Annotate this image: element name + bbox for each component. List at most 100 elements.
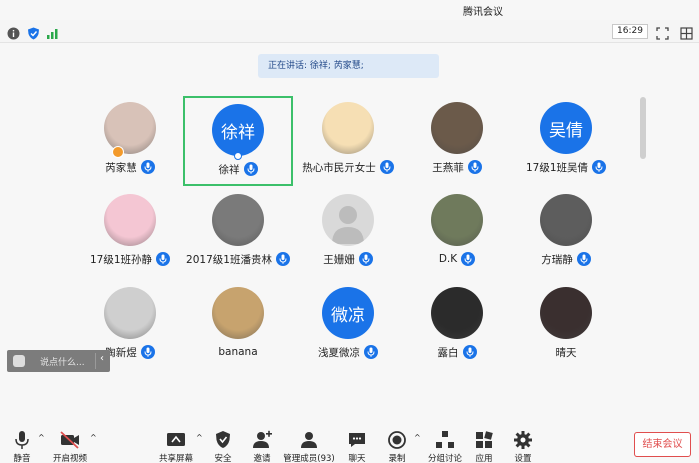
- fullscreen-icon[interactable]: [656, 25, 669, 40]
- breakout-button[interactable]: 分组讨论: [426, 425, 464, 463]
- participant-tile[interactable]: 17级1班孙静: [75, 188, 185, 278]
- record-button[interactable]: 录制: [383, 425, 411, 463]
- participant-tile[interactable]: 王姗姗: [293, 188, 403, 278]
- collapse-chevron-icon[interactable]: ‹: [100, 353, 104, 364]
- participant-tile[interactable]: 吴倩 17级1班吴倩: [511, 96, 621, 186]
- participant-tile[interactable]: 2017级1班潘贵林: [183, 188, 293, 278]
- participant-tile[interactable]: 方瑞静: [511, 188, 621, 278]
- avatar: [104, 102, 156, 154]
- participant-tile[interactable]: D.K: [402, 188, 512, 278]
- microphone-icon: [243, 162, 258, 176]
- avatar: [431, 194, 483, 246]
- info-icon[interactable]: [7, 25, 20, 40]
- participant-name: 徐祥: [218, 163, 240, 176]
- mute-button[interactable]: 静音: [7, 425, 37, 463]
- manage-members-button[interactable]: 管理成员(93): [283, 425, 335, 463]
- participant-tile[interactable]: banana: [183, 281, 293, 371]
- shield-icon[interactable]: [27, 25, 40, 40]
- participant-name: 浅夏微凉: [318, 346, 360, 359]
- chat-label: 聊天: [348, 454, 366, 463]
- apps-button[interactable]: 应用: [470, 425, 498, 463]
- video-off-icon: [59, 430, 81, 450]
- microphone-icon: [11, 430, 33, 450]
- host-badge-icon: [112, 146, 124, 158]
- participant-name-row: 王姗姗: [293, 252, 403, 266]
- participant-name: 晴天: [555, 346, 577, 359]
- microphone-icon: [576, 252, 591, 266]
- record-label: 录制: [388, 454, 406, 463]
- avatar: [322, 194, 374, 246]
- participant-name: 热心市民亓女士: [302, 161, 376, 174]
- participant-name: banana: [218, 346, 258, 358]
- avatar: [431, 287, 483, 339]
- mute-options-chevron-icon[interactable]: ^: [38, 433, 45, 442]
- security-label: 安全: [214, 454, 232, 463]
- avatar: [322, 102, 374, 154]
- video-options-chevron-icon[interactable]: ^: [90, 433, 97, 442]
- participant-scrollbar[interactable]: [640, 97, 646, 159]
- divider: [95, 353, 96, 369]
- participant-tile[interactable]: 王燕菲: [402, 96, 512, 186]
- breakout-label: 分组讨论: [427, 454, 462, 463]
- grid-view-icon[interactable]: [680, 25, 693, 40]
- breakout-rooms-icon: [434, 430, 456, 450]
- settings-button[interactable]: 设置: [509, 425, 537, 463]
- invite-button[interactable]: 邀请: [248, 425, 276, 463]
- record-options-chevron-icon[interactable]: ^: [414, 433, 421, 442]
- participant-name-row: 王燕菲: [402, 160, 512, 174]
- participant-name-row: 2017级1班潘贵林: [183, 252, 293, 266]
- avatar: [212, 287, 264, 339]
- chat-input-bar[interactable]: 说点什么... ‹: [7, 350, 110, 372]
- participant-name: 17级1班吴倩: [525, 161, 589, 174]
- participant-tile[interactable]: 热心市民亓女士: [293, 96, 403, 186]
- microphone-icon: [592, 160, 607, 174]
- participant-name-row: D.K: [402, 252, 512, 266]
- speaking-banner: 正在讲话: 徐祥; 芮家慧;: [258, 54, 439, 78]
- meeting-time: 16:29: [612, 24, 648, 39]
- microphone-icon: [462, 345, 477, 359]
- participant-name: 芮家慧: [105, 161, 137, 174]
- participant-name-row: 方瑞静: [511, 252, 621, 266]
- avatar: 微凉: [322, 287, 374, 339]
- end-meeting-button[interactable]: 结束会议: [634, 432, 691, 457]
- microphone-icon: [461, 252, 476, 266]
- participant-name-row: 热心市民亓女士: [293, 160, 403, 174]
- participant-name-row: 17级1班吴倩: [511, 160, 621, 174]
- start-video-button[interactable]: 开启视频: [51, 425, 89, 463]
- share-options-chevron-icon[interactable]: ^: [196, 433, 203, 442]
- participant-tile[interactable]: 露白: [402, 281, 512, 371]
- participant-tile[interactable]: 微凉浅夏微凉: [293, 281, 403, 371]
- participant-name: 王姗姗: [323, 253, 355, 266]
- security-button[interactable]: 安全: [209, 425, 237, 463]
- microphone-icon: [140, 345, 155, 359]
- signal-icon[interactable]: [46, 25, 59, 39]
- speaking-indicator-icon: [234, 152, 242, 160]
- record-icon: [386, 430, 408, 450]
- chat-placeholder[interactable]: 说点什么...: [40, 355, 85, 368]
- window-title: 腾讯会议: [463, 7, 503, 18]
- participant-name: D.K: [438, 253, 458, 265]
- microphone-icon: [364, 345, 378, 359]
- microphone-icon: [275, 252, 290, 266]
- share-screen-button[interactable]: 共享屏幕: [158, 425, 194, 463]
- security-shield-icon: [212, 430, 234, 450]
- participant-tile[interactable]: 芮家慧: [75, 96, 185, 186]
- microphone-icon: [358, 252, 373, 266]
- participant-tile[interactable]: 晴天: [511, 281, 621, 371]
- invite-label: 邀请: [253, 454, 271, 463]
- avatar: 吴倩: [540, 102, 592, 154]
- chat-button[interactable]: 聊天: [343, 425, 371, 463]
- participant-name: 2017级1班潘贵林: [186, 253, 272, 266]
- invite-user-icon: [251, 430, 273, 450]
- participant-name-row: 浅夏微凉: [293, 345, 403, 359]
- participant-tile[interactable]: 徐祥 徐祥: [183, 96, 293, 186]
- emoji-icon[interactable]: [13, 355, 25, 367]
- avatar: [104, 287, 156, 339]
- microphone-icon: [467, 160, 482, 174]
- microphone-icon: [379, 160, 394, 174]
- avatar: [540, 287, 592, 339]
- status-bar: 16:29: [0, 20, 699, 43]
- participant-name-row: 17级1班孙静: [75, 252, 185, 266]
- participant-name-row: 露白: [402, 345, 512, 359]
- title-bar: 腾讯会议: [0, 0, 699, 20]
